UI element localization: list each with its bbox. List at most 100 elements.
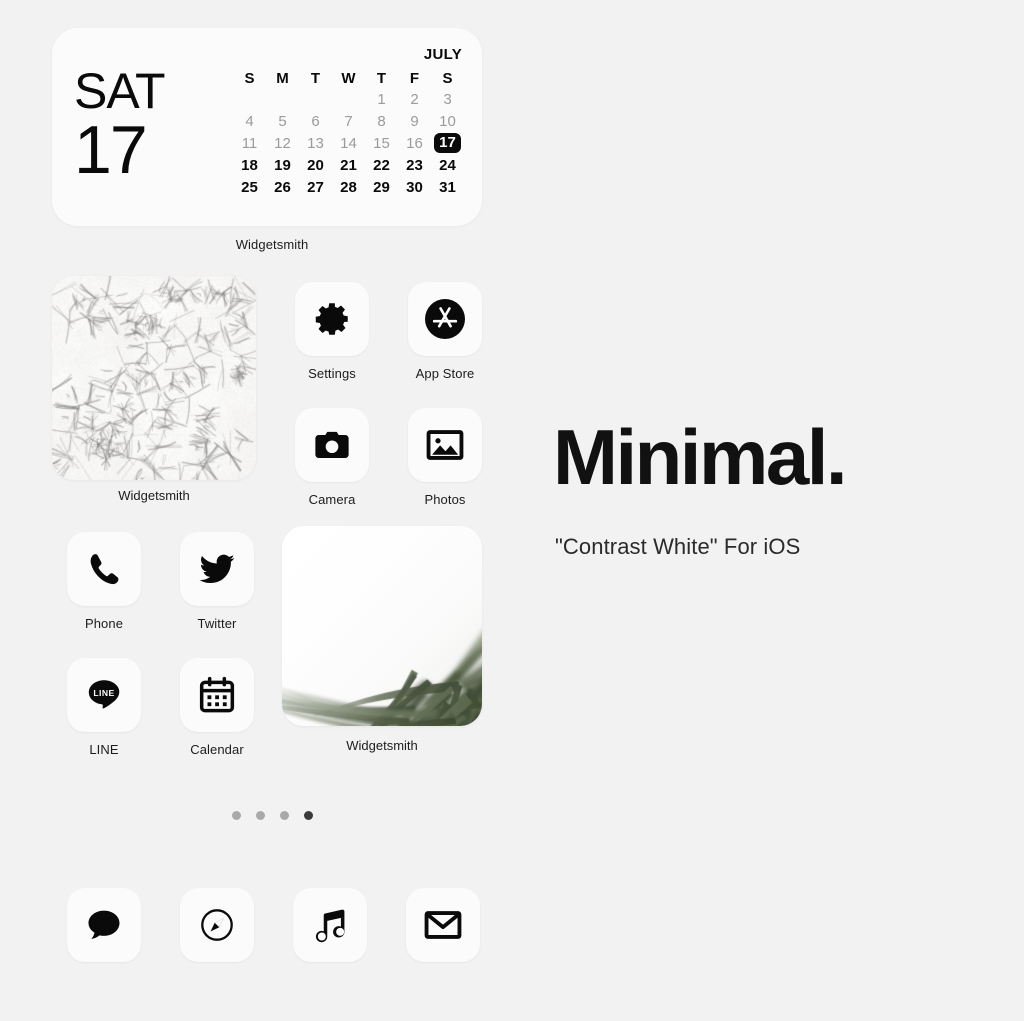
calendar-day-cell[interactable]: 9	[398, 110, 431, 132]
calendar-day-cell[interactable]: 10	[431, 110, 464, 132]
photo-widget-cracked-label: Widgetsmith	[52, 488, 256, 503]
phone-tile[interactable]	[67, 532, 141, 606]
calendar-widget-card[interactable]: SAT 17 JULY S M T W T F S 1 2 3 4 5 6 7 8 9 10 11 12 13 14 15…	[52, 28, 482, 226]
page-dot[interactable]	[232, 811, 241, 820]
calendar-blank-cell	[266, 88, 299, 110]
calendar-day-cell[interactable]: 2	[398, 88, 431, 110]
app-settings[interactable]: Settings	[287, 282, 377, 381]
app-line[interactable]: LINE LINE	[59, 658, 149, 757]
app-camera[interactable]: Camera	[287, 408, 377, 507]
home-row-block-2: Phone Twitter LINE LINE Calendar Widgets…	[52, 526, 492, 776]
calendar-blank-cell	[233, 88, 266, 110]
calendar-dow-header: S	[233, 66, 266, 90]
calendar-weekday: SAT	[74, 67, 224, 116]
calendar-day-cell[interactable]: 21	[332, 154, 365, 176]
settings-tile[interactable]	[295, 282, 369, 356]
messages-tile[interactable]	[67, 888, 141, 962]
dock-item-music[interactable]	[285, 888, 375, 962]
app-twitter-label: Twitter	[172, 616, 262, 631]
calendar-tile[interactable]	[180, 658, 254, 732]
calendar-day-cell[interactable]: 20	[299, 154, 332, 176]
photos-tile[interactable]	[408, 408, 482, 482]
calendar-day-cell[interactable]: 6	[299, 110, 332, 132]
grass-blades-photo	[282, 526, 482, 726]
page-dot[interactable]	[280, 811, 289, 820]
page-dot[interactable]	[304, 811, 313, 820]
dock-item-messages[interactable]	[59, 888, 149, 962]
calendar-day-cell[interactable]: 8	[365, 110, 398, 132]
app-camera-label: Camera	[287, 492, 377, 507]
calendar-day-cell[interactable]: 18	[233, 154, 266, 176]
gear-icon	[311, 298, 353, 340]
cracked-texture-photo	[52, 276, 256, 480]
calendar-date-block: SAT 17	[74, 42, 224, 214]
calendar-day-cell[interactable]: 22	[365, 154, 398, 176]
calendar-day-cell[interactable]: 28	[332, 176, 365, 198]
calendar-day-cell[interactable]: 1	[365, 88, 398, 110]
home-screen-mockup: SAT 17 JULY S M T W T F S 1 2 3 4 5 6 7 8 9 10 11 12 13 14 15…	[0, 0, 1024, 1021]
phone-icon	[85, 550, 123, 588]
photo-widget-cracked[interactable]	[52, 276, 256, 480]
app-app-store[interactable]: App Store	[400, 282, 490, 381]
calendar-day-cell[interactable]: 27	[299, 176, 332, 198]
dock-item-safari[interactable]	[172, 888, 262, 962]
promo-subtitle: "Contrast White" For iOS	[555, 534, 973, 560]
calendar-day-cell[interactable]: 23	[398, 154, 431, 176]
calendar-day-cell[interactable]: 5	[266, 110, 299, 132]
photos-icon	[424, 424, 466, 466]
twitter-icon	[197, 549, 237, 589]
camera-icon	[311, 424, 353, 466]
calendar-month-block: JULY S M T W T F S 1 2 3 4 5 6 7 8 9 10 11 12 13 14 15 16 17 18 1…	[224, 42, 464, 214]
app-line-label: LINE	[59, 742, 149, 757]
calendar-day-cell[interactable]: 19	[266, 154, 299, 176]
calendar-icon	[197, 675, 237, 715]
music-tile[interactable]	[293, 888, 367, 962]
mail-tile[interactable]	[406, 888, 480, 962]
calendar-day-cell[interactable]: 11	[233, 132, 266, 154]
app-calendar[interactable]: Calendar	[172, 658, 262, 757]
calendar-widget-label: Widgetsmith	[52, 237, 492, 252]
calendar-day-cell[interactable]: 7	[332, 110, 365, 132]
photo-widget-grass-label: Widgetsmith	[282, 738, 482, 753]
calendar-day-cell[interactable]: 3	[431, 88, 464, 110]
calendar-day-cell[interactable]: 26	[266, 176, 299, 198]
calendar-day-cell[interactable]: 30	[398, 176, 431, 198]
calendar-day-cell[interactable]: 4	[233, 110, 266, 132]
page-dot[interactable]	[256, 811, 265, 820]
app-store-tile[interactable]	[408, 282, 482, 356]
mail-icon	[422, 904, 464, 946]
calendar-blank-cell	[332, 88, 365, 110]
calendar-day-cell[interactable]: 31	[431, 176, 464, 198]
calendar-day-number: 17	[74, 118, 224, 183]
calendar-day-cell[interactable]: 14	[332, 132, 365, 154]
calendar-day-today[interactable]: 17	[431, 132, 464, 154]
svg-text:LINE: LINE	[93, 688, 114, 698]
calendar-day-cell[interactable]: 24	[431, 154, 464, 176]
app-photos-label: Photos	[400, 492, 490, 507]
app-calendar-label: Calendar	[172, 742, 262, 757]
safari-tile[interactable]	[180, 888, 254, 962]
app-phone[interactable]: Phone	[59, 532, 149, 631]
line-icon: LINE	[82, 673, 126, 717]
page-indicator-dots[interactable]	[52, 811, 492, 820]
promo-title: Minimal.	[553, 418, 973, 496]
calendar-day-cell[interactable]: 13	[299, 132, 332, 154]
calendar-day-cell[interactable]: 25	[233, 176, 266, 198]
camera-tile[interactable]	[295, 408, 369, 482]
calendar-widget[interactable]: SAT 17 JULY S M T W T F S 1 2 3 4 5 6 7 8 9 10 11 12 13 14 15…	[52, 28, 492, 252]
music-icon	[310, 905, 350, 945]
dock-item-mail[interactable]	[398, 888, 488, 962]
calendar-dow-header: S	[431, 66, 464, 90]
photo-widget-grass[interactable]	[282, 526, 482, 726]
calendar-dow-header: T	[299, 66, 332, 90]
calendar-day-cell[interactable]: 16	[398, 132, 431, 154]
calendar-day-cell[interactable]: 12	[266, 132, 299, 154]
line-tile[interactable]: LINE	[67, 658, 141, 732]
calendar-day-cell[interactable]: 29	[365, 176, 398, 198]
promo-panel: Minimal. "Contrast White" For iOS	[553, 418, 973, 560]
app-twitter[interactable]: Twitter	[172, 532, 262, 631]
app-photos[interactable]: Photos	[400, 408, 490, 507]
calendar-day-cell[interactable]: 15	[365, 132, 398, 154]
calendar-dow-header: M	[266, 66, 299, 90]
twitter-tile[interactable]	[180, 532, 254, 606]
